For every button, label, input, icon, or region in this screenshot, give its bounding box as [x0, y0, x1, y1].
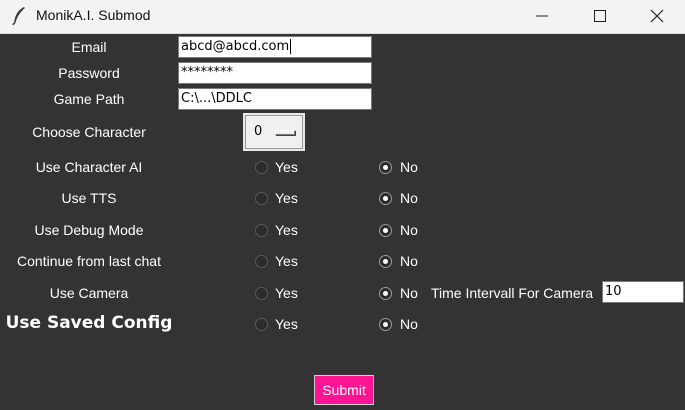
use-debug-mode-yes-radio[interactable] — [255, 224, 268, 237]
password-value: ******** — [181, 65, 233, 80]
use-saved-config-label: Use Saved Config — [5, 313, 173, 333]
text-caret — [290, 39, 292, 54]
choose-character-label: Choose Character — [32, 124, 146, 140]
use-saved-config-no-radio[interactable] — [379, 318, 392, 331]
use-tts-label: Use TTS — [61, 190, 117, 206]
use-camera-yes-radio[interactable] — [255, 287, 268, 300]
use-camera-no-radio[interactable] — [379, 287, 392, 300]
character-select[interactable]: 0 — [243, 113, 305, 151]
use-character-ai-yes-label: Yes — [275, 159, 298, 175]
use-character-ai-no-radio[interactable] — [379, 161, 392, 174]
continue-last-chat-label: Continue from last chat — [17, 253, 161, 269]
email-value: abcd@abcd.com — [181, 39, 290, 54]
submit-button[interactable]: Submit — [314, 375, 374, 405]
close-icon — [650, 9, 664, 23]
minimize-button[interactable] — [513, 0, 571, 33]
use-saved-config-yes-label: Yes — [275, 316, 298, 332]
password-label: Password — [58, 65, 120, 81]
close-button[interactable] — [628, 0, 685, 33]
game-path-label: Game Path — [53, 91, 125, 107]
continue-last-chat-yes-radio[interactable] — [255, 255, 268, 268]
camera-interval-field[interactable]: 10 — [602, 281, 684, 303]
use-character-ai-no-label: No — [400, 159, 418, 175]
continue-last-chat-no-radio[interactable] — [379, 255, 392, 268]
form-panel: Email abcd@abcd.com Password ******** Ga… — [0, 34, 685, 410]
email-label: Email — [71, 39, 107, 55]
use-tts-no-label: No — [400, 190, 418, 206]
title-bar[interactable]: MonikA.I. Submod — [0, 0, 685, 34]
password-field[interactable]: ******** — [178, 62, 372, 84]
use-camera-label: Use Camera — [49, 285, 129, 301]
use-character-ai-label: Use Character AI — [35, 159, 143, 175]
option-menu-indicator-icon — [275, 130, 295, 135]
continue-last-chat-yes-label: Yes — [275, 253, 298, 269]
use-camera-yes-label: Yes — [275, 285, 298, 301]
character-select-value: 0 — [254, 124, 263, 139]
use-character-ai-yes-radio[interactable] — [255, 161, 268, 174]
use-tts-yes-radio[interactable] — [255, 192, 268, 205]
use-debug-mode-no-radio[interactable] — [379, 224, 392, 237]
feather-icon — [10, 6, 28, 26]
continue-last-chat-no-label: No — [400, 253, 418, 269]
use-tts-yes-label: Yes — [275, 190, 298, 206]
use-debug-mode-yes-label: Yes — [275, 222, 298, 238]
use-saved-config-no-label: No — [400, 316, 418, 332]
use-camera-no-label: No — [400, 285, 418, 301]
game-path-value: C:\...\DDLC — [181, 91, 252, 106]
maximize-icon — [594, 10, 606, 22]
minimize-icon — [536, 15, 548, 17]
maximize-button[interactable] — [571, 0, 629, 33]
window-title: MonikA.I. Submod — [36, 7, 151, 23]
use-debug-mode-label: Use Debug Mode — [34, 222, 144, 238]
use-debug-mode-no-label: No — [400, 222, 418, 238]
camera-interval-value: 10 — [605, 284, 622, 299]
use-saved-config-yes-radio[interactable] — [255, 318, 268, 331]
game-path-field[interactable]: C:\...\DDLC — [178, 88, 372, 110]
camera-interval-label: Time Intervall For Camera — [431, 285, 594, 301]
email-field[interactable]: abcd@abcd.com — [178, 36, 372, 58]
use-tts-no-radio[interactable] — [379, 192, 392, 205]
